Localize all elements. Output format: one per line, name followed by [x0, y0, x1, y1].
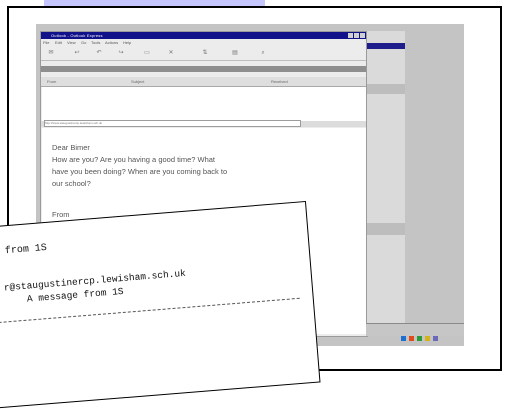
- column-received[interactable]: Received: [271, 79, 288, 84]
- side-panel-band: [367, 223, 405, 235]
- reply-icon[interactable]: ↩: [71, 49, 83, 58]
- message-line-1: How are you? Are you having a good time?…: [52, 155, 216, 164]
- window-titlebar: Outlook - Outlook Express: [41, 32, 367, 39]
- menu-tools[interactable]: Tools: [91, 40, 100, 45]
- addresses-icon[interactable]: ▤: [229, 49, 241, 58]
- find-icon[interactable]: ⌕: [257, 49, 269, 58]
- taskbar: [366, 323, 464, 336]
- menu-view[interactable]: View: [67, 40, 76, 45]
- side-panel: [366, 31, 405, 335]
- message-line-3: our school?: [52, 179, 91, 188]
- tray-icon[interactable]: [425, 336, 430, 341]
- close-icon[interactable]: [360, 33, 365, 38]
- tray-icon[interactable]: [409, 336, 414, 341]
- folder-bar: [41, 66, 367, 72]
- window-title: Outlook - Outlook Express: [51, 33, 103, 38]
- delete-icon[interactable]: ✕: [165, 49, 177, 58]
- column-subject[interactable]: Subject: [131, 79, 144, 84]
- address-field[interactable]: http://www.staugustinercp.lewisham.sch.u…: [44, 120, 301, 127]
- system-tray: [401, 336, 453, 342]
- menu-file[interactable]: File: [43, 40, 49, 45]
- message-greeting: Dear Bimer: [52, 143, 90, 152]
- send-receive-icon[interactable]: ⇅: [199, 49, 211, 58]
- menu-bar: File Edit View Go Tools Actions Help: [41, 40, 367, 46]
- print-icon[interactable]: ▭: [141, 49, 153, 58]
- minimize-icon[interactable]: [348, 33, 353, 38]
- reply-all-icon[interactable]: ↶: [93, 49, 105, 58]
- tray-icon[interactable]: [401, 336, 406, 341]
- message-list[interactable]: [42, 87, 366, 121]
- forward-icon[interactable]: ↪: [115, 49, 127, 58]
- column-from[interactable]: From: [47, 79, 56, 84]
- tray-icon[interactable]: [433, 336, 438, 341]
- toolbar: ✉ ↩ ↶ ↪ ▭ ✕ ⇅ ▤ ⌕: [41, 47, 367, 61]
- message-line-2: have you been doing? When are you coming…: [52, 167, 228, 176]
- side-panel-band: [367, 84, 405, 94]
- printout-subject: from 1S: [4, 242, 48, 258]
- printed-email: from 1S r@staugustinercp.lewisham.sch.uk…: [0, 200, 321, 409]
- menu-help[interactable]: Help: [123, 40, 131, 45]
- maximize-icon[interactable]: [354, 33, 359, 38]
- tray-icon[interactable]: [417, 336, 422, 341]
- menu-edit[interactable]: Edit: [55, 40, 62, 45]
- message-sign-off: From: [52, 210, 70, 219]
- menu-go[interactable]: Go: [81, 40, 86, 45]
- menu-actions[interactable]: Actions: [105, 40, 118, 45]
- side-panel-titlebar: [367, 43, 405, 49]
- message-list-header: From Subject Received: [41, 77, 367, 87]
- new-mail-icon[interactable]: ✉: [45, 49, 57, 58]
